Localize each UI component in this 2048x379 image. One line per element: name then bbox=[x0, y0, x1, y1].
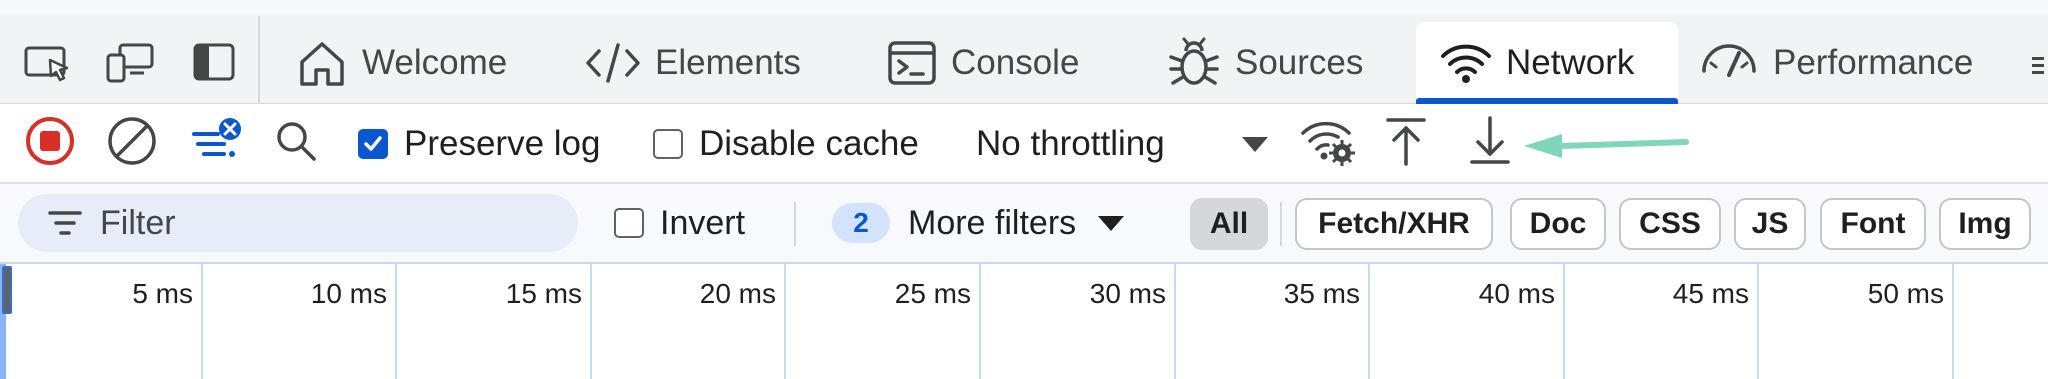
timeline-tick-label: 45 ms bbox=[1672, 278, 1749, 309]
timeline-tick-label: 35 ms bbox=[1283, 278, 1360, 309]
filter-divider bbox=[794, 202, 796, 246]
search-icon bbox=[272, 117, 320, 170]
more-filters-dropdown[interactable]: 2 More filters bbox=[832, 184, 1126, 262]
invert-label: Invert bbox=[660, 203, 746, 242]
timeline-grid-line bbox=[395, 264, 397, 379]
code-icon bbox=[585, 40, 641, 86]
type-filter-divider bbox=[1280, 202, 1282, 246]
search-button[interactable] bbox=[272, 105, 320, 182]
timeline-grid-line bbox=[590, 264, 592, 379]
timeline-tick-label: 30 ms bbox=[1089, 278, 1166, 309]
tab-network[interactable]: Network bbox=[1416, 22, 1678, 104]
console-icon bbox=[887, 40, 937, 86]
tab-elements[interactable]: Elements bbox=[585, 22, 801, 104]
type-filter-fetch-xhr[interactable]: Fetch/XHR bbox=[1295, 198, 1493, 250]
tab-welcome[interactable]: Welcome bbox=[296, 22, 507, 104]
chevron-down-icon[interactable] bbox=[1240, 105, 1270, 182]
more-filters-label: More filters bbox=[908, 203, 1077, 242]
timeline-tick-label: 5 ms bbox=[132, 278, 193, 309]
tab-performance[interactable]: Performance bbox=[1699, 22, 1973, 104]
export-har-button[interactable] bbox=[1468, 105, 1512, 182]
tab-label: Sources bbox=[1235, 43, 1364, 82]
filter-input[interactable]: Filter bbox=[18, 194, 578, 252]
device-toolbar-icon[interactable] bbox=[104, 40, 156, 84]
download-icon bbox=[1468, 114, 1512, 173]
timeline-grid-line bbox=[1757, 264, 1759, 379]
inspect-element-icon[interactable] bbox=[22, 40, 74, 84]
more-tabs-icon[interactable] bbox=[2030, 48, 2046, 87]
upload-icon bbox=[1384, 114, 1428, 173]
type-filter-js[interactable]: JS bbox=[1734, 198, 1806, 250]
type-filter-font[interactable]: Font bbox=[1820, 198, 1926, 250]
timeline-tick-label: 50 ms bbox=[1867, 278, 1944, 309]
timeline-overview[interactable]: 5 ms 10 ms 15 ms 20 ms 25 ms 30 ms 35 ms 40 ms 4… bbox=[0, 264, 2048, 379]
home-icon bbox=[296, 38, 348, 88]
type-filter-css[interactable]: CSS bbox=[1619, 198, 1721, 250]
tab-label: Performance bbox=[1773, 43, 1974, 82]
disable-cache-checkbox[interactable] bbox=[653, 128, 683, 159]
timeline-grid-line bbox=[784, 264, 786, 379]
dock-side-icon[interactable] bbox=[188, 40, 240, 84]
preserve-log-label: Preserve log bbox=[404, 123, 601, 163]
invert-checkbox[interactable] bbox=[614, 208, 644, 238]
filter-bar: Filter Invert 2 More filters All Fetch/X… bbox=[0, 184, 2048, 264]
network-toolbar: Preserve log Disable cache No throttling bbox=[0, 105, 2048, 184]
clear-button[interactable] bbox=[106, 105, 158, 182]
window-top-edge bbox=[0, 0, 2048, 14]
record-icon bbox=[24, 115, 76, 172]
tab-sources[interactable]: Sources bbox=[1167, 22, 1363, 104]
devtools-tab-strip: Welcome Elements Console Sources Network… bbox=[0, 0, 2048, 104]
timeline-grid-line bbox=[201, 264, 203, 379]
annotation-arrow bbox=[1520, 105, 1690, 182]
timeline-drag-handle[interactable] bbox=[2, 266, 12, 314]
tab-label: Network bbox=[1506, 43, 1635, 82]
type-filter-doc[interactable]: Doc bbox=[1510, 198, 1606, 250]
filter-settings-button[interactable] bbox=[190, 105, 244, 182]
throttling-select[interactable]: No throttling bbox=[976, 105, 1165, 182]
network-conditions-button[interactable] bbox=[1300, 105, 1356, 182]
active-tab-indicator bbox=[1416, 98, 1678, 104]
timeline-tick-label: 25 ms bbox=[894, 278, 971, 309]
timeline-tick-label: 15 ms bbox=[505, 278, 582, 309]
tab-strip-divider bbox=[258, 16, 260, 104]
tab-label: Console bbox=[951, 43, 1080, 82]
clear-icon bbox=[106, 115, 158, 172]
filter-active-icon bbox=[190, 116, 244, 171]
timeline-tick-label: 40 ms bbox=[1478, 278, 1555, 309]
invert-toggle[interactable]: Invert bbox=[614, 184, 745, 262]
tab-label: Welcome bbox=[362, 43, 508, 82]
more-filters-count-badge: 2 bbox=[832, 203, 890, 243]
filter-icon bbox=[48, 209, 82, 237]
gauge-icon bbox=[1699, 41, 1759, 85]
timeline-tick-label: 10 ms bbox=[310, 278, 387, 309]
filter-placeholder: Filter bbox=[100, 203, 176, 242]
tab-label: Elements bbox=[655, 43, 801, 82]
timeline-tick-label: 20 ms bbox=[699, 278, 776, 309]
preserve-log-checkbox[interactable] bbox=[358, 128, 388, 159]
type-filter-all[interactable]: All bbox=[1190, 198, 1268, 250]
disable-cache-toggle[interactable]: Disable cache bbox=[653, 105, 919, 182]
timeline-grid-line bbox=[979, 264, 981, 379]
timeline-grid-line bbox=[1174, 264, 1176, 379]
chevron-down-icon bbox=[1096, 213, 1126, 233]
throttling-value: No throttling bbox=[976, 123, 1165, 163]
timeline-grid-line bbox=[1952, 264, 1954, 379]
stop-recording-button[interactable] bbox=[24, 105, 76, 182]
timeline-grid-line bbox=[1563, 264, 1565, 379]
tab-console[interactable]: Console bbox=[887, 22, 1079, 104]
type-filter-img[interactable]: Img bbox=[1939, 198, 2031, 250]
disable-cache-label: Disable cache bbox=[699, 123, 919, 163]
wifi-icon bbox=[1440, 41, 1492, 85]
bug-icon bbox=[1167, 37, 1221, 89]
import-har-button[interactable] bbox=[1384, 105, 1428, 182]
preserve-log-toggle[interactable]: Preserve log bbox=[358, 105, 600, 182]
timeline-grid-line bbox=[1368, 264, 1370, 379]
wifi-settings-icon bbox=[1300, 116, 1356, 171]
